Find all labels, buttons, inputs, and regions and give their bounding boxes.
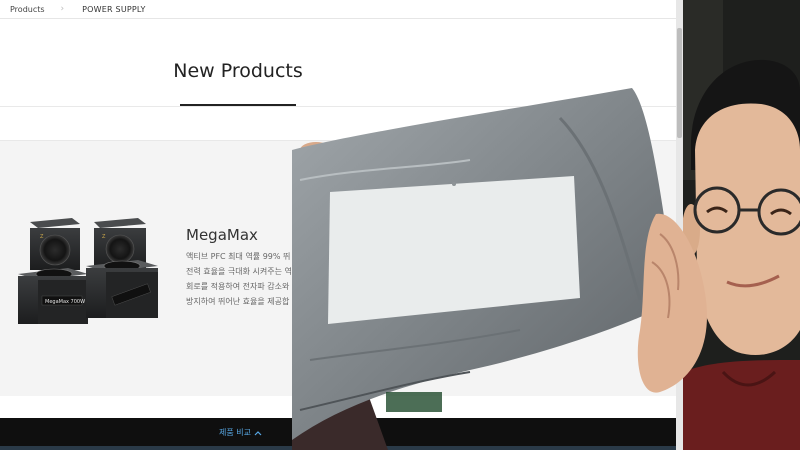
section-title: New Products — [173, 60, 303, 82]
title-underline — [180, 104, 296, 106]
svg-text:Z: Z — [102, 234, 106, 240]
product-image[interactable]: Z Z MegaMax 700W — [16, 214, 164, 326]
product-name[interactable]: MegaMax — [186, 226, 258, 244]
breadcrumb: Products › POWER SUPPLY — [0, 0, 683, 19]
compare-button[interactable]: 제품 비교 — [219, 427, 262, 438]
svg-text:Z: Z — [40, 234, 44, 240]
product-description-line: 액티브 PFC 최대 역률 99% 뛰 — [186, 252, 291, 261]
chevron-up-icon — [254, 430, 262, 435]
product-description: 액티브 PFC 최대 역률 99% 뛰 전력 효율을 극대화 시켜주는 역 회로… — [186, 249, 306, 309]
compare-bar — [0, 418, 683, 446]
breadcrumb-current[interactable]: POWER SUPPLY — [82, 5, 145, 14]
product-description-line: 방지하여 뛰어난 효율을 제공합 — [186, 297, 290, 306]
product-description-line: 회로를 적용하여 전자파 감소와 — [186, 282, 290, 291]
product-description-line: 전력 효율을 극대화 시켜주는 역 — [186, 267, 292, 276]
product-image-label: MegaMax 700W — [45, 299, 85, 305]
section-divider — [0, 106, 683, 107]
webcam-overlay — [683, 0, 800, 450]
bottom-strip — [0, 446, 683, 450]
chevron-right-icon: › — [60, 4, 65, 14]
scrollbar-thumb[interactable] — [677, 28, 682, 138]
product-website: Products › POWER SUPPLY New Products Z Z… — [0, 0, 683, 450]
compare-label: 제품 비교 — [219, 428, 251, 437]
breadcrumb-products-link[interactable]: Products — [10, 5, 45, 14]
